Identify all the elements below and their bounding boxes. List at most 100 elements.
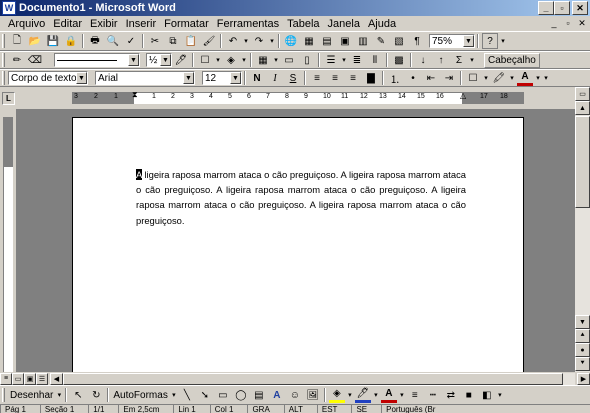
- scroll-up-icon[interactable]: ▲: [575, 101, 590, 115]
- permission-icon[interactable]: 🔒: [63, 33, 79, 49]
- underline-button[interactable]: S: [285, 70, 301, 86]
- document-page[interactable]: A ligeira raposa marrom ataca o cão preg…: [72, 117, 524, 372]
- hyperlink-icon[interactable]: 🌐: [283, 33, 299, 49]
- text-box-icon[interactable]: ▤: [251, 387, 267, 403]
- menu-tabela[interactable]: Tabela: [283, 18, 323, 30]
- show-hide-icon[interactable]: ¶: [409, 33, 425, 49]
- arrow-style-icon[interactable]: ⇄: [443, 387, 459, 403]
- toolbar-grip[interactable]: [2, 71, 5, 85]
- spelling-icon[interactable]: ✓: [123, 33, 139, 49]
- scroll-thumb[interactable]: [575, 116, 590, 208]
- tables-borders-icon[interactable]: ▦: [301, 33, 317, 49]
- chevron-down-icon[interactable]: ▼: [128, 54, 139, 66]
- menu-exibir[interactable]: Exibir: [86, 18, 122, 30]
- horizontal-ruler[interactable]: 3 2 1 1 2 3 4 5 6 7 8 9 10 11 12 13 14 1…: [72, 90, 524, 104]
- draw-menu-button[interactable]: Desenhar: [8, 390, 55, 401]
- format-painter-icon[interactable]: 🖌: [201, 33, 217, 49]
- outside-border-icon[interactable]: ☐: [197, 52, 213, 68]
- help-icon[interactable]: ?: [482, 33, 498, 49]
- insert-excel-icon[interactable]: ▣: [337, 33, 353, 49]
- menu-formatar[interactable]: Formatar: [160, 18, 213, 30]
- document-map-icon[interactable]: ▧: [391, 33, 407, 49]
- next-page-icon[interactable]: ⯆: [575, 357, 590, 371]
- autosum-icon[interactable]: Σ: [451, 52, 467, 68]
- menu-ajuda[interactable]: Ajuda: [364, 18, 400, 30]
- draw-table-pencil-icon[interactable]: ✏: [9, 52, 25, 68]
- copy-icon[interactable]: ⧉: [165, 33, 181, 49]
- distribute-rows-icon[interactable]: ≣: [349, 52, 365, 68]
- insert-picture-icon[interactable]: 🖼: [305, 387, 321, 403]
- columns-icon[interactable]: ▥: [355, 33, 371, 49]
- scroll-down-icon[interactable]: ▼: [575, 315, 590, 329]
- save-icon[interactable]: 💾: [45, 33, 61, 49]
- chevron-down-icon[interactable]: ▼: [183, 72, 194, 84]
- split-cells-icon[interactable]: ▯: [299, 52, 315, 68]
- eraser-icon[interactable]: ⌫: [27, 52, 43, 68]
- style-combo[interactable]: Corpo de texto ▼: [8, 71, 88, 85]
- doc-minimize-icon[interactable]: _: [548, 17, 560, 29]
- vertical-ruler[interactable]: [0, 109, 16, 372]
- insert-table-icon[interactable]: ▤: [319, 33, 335, 49]
- font-color-icon[interactable]: A: [517, 70, 533, 86]
- print-layout-icon[interactable]: ▣: [24, 372, 36, 385]
- browse-object-icon[interactable]: ●: [575, 343, 590, 357]
- menu-editar[interactable]: Editar: [49, 18, 86, 30]
- align-right-icon[interactable]: ≡: [345, 70, 361, 86]
- new-document-icon[interactable]: 🗋: [9, 33, 25, 49]
- zoom-combo[interactable]: 75% ▼: [429, 34, 475, 48]
- align-center-icon[interactable]: ≡: [327, 70, 343, 86]
- 3d-icon[interactable]: ◧: [479, 387, 495, 403]
- right-indent-marker[interactable]: △: [460, 91, 466, 100]
- merge-cells-icon[interactable]: ▭: [281, 52, 297, 68]
- sort-descending-icon[interactable]: ↑: [433, 52, 449, 68]
- highlight-icon[interactable]: 🖍: [491, 70, 507, 86]
- decrease-indent-icon[interactable]: ⇤: [423, 70, 439, 86]
- doc-restore-icon[interactable]: ▫: [562, 17, 574, 29]
- scroll-left-icon[interactable]: ◀: [50, 372, 63, 385]
- hscroll-thumb[interactable]: [63, 372, 563, 385]
- chevron-down-icon[interactable]: ▼: [76, 72, 87, 84]
- justify-icon[interactable]: ▇: [363, 70, 379, 86]
- print-icon[interactable]: 🖶: [87, 33, 103, 49]
- previous-page-icon[interactable]: ⯅: [575, 329, 590, 343]
- chevron-down-icon[interactable]: ▼: [230, 72, 241, 84]
- open-folder-icon[interactable]: 📂: [27, 33, 43, 49]
- select-objects-icon[interactable]: ↖: [70, 387, 86, 403]
- cut-icon[interactable]: ✂: [147, 33, 163, 49]
- wordart-icon[interactable]: A: [269, 387, 285, 403]
- drawing-icon[interactable]: ✎: [373, 33, 389, 49]
- italic-button[interactable]: I: [267, 70, 283, 86]
- close-button[interactable]: ✕: [572, 1, 588, 15]
- clip-art-icon[interactable]: ☺: [287, 387, 303, 403]
- menu-arquivo[interactable]: Arquivo: [4, 18, 49, 30]
- bold-button[interactable]: N: [249, 70, 265, 86]
- normal-view-icon[interactable]: ≡: [0, 372, 12, 385]
- menu-ferramentas[interactable]: Ferramentas: [213, 18, 283, 30]
- document-body[interactable]: A ligeira raposa marrom ataca o cão preg…: [136, 167, 466, 228]
- redo-icon[interactable]: ↷: [251, 33, 267, 49]
- table-autoformat-icon[interactable]: ▩: [391, 52, 407, 68]
- bullets-icon[interactable]: •: [405, 70, 421, 86]
- vertical-scrollbar[interactable]: ▭ ▲ ▼ ⯅ ● ⯆: [575, 87, 590, 372]
- dash-style-icon[interactable]: ┅: [425, 387, 441, 403]
- toolbar-grip[interactable]: [2, 34, 5, 48]
- chevron-down-icon[interactable]: ▼: [160, 54, 171, 66]
- toolbar-grip[interactable]: [2, 388, 5, 402]
- menu-inserir[interactable]: Inserir: [122, 18, 161, 30]
- increase-indent-icon[interactable]: ⇥: [441, 70, 457, 86]
- oval-icon[interactable]: ◯: [233, 387, 249, 403]
- distribute-columns-icon[interactable]: ⦀: [367, 52, 383, 68]
- font-size-combo[interactable]: 12 ▼: [202, 71, 242, 85]
- align-top-icon[interactable]: ☰: [323, 52, 339, 68]
- menu-janela[interactable]: Janela: [324, 18, 364, 30]
- shading-color-icon[interactable]: ◈: [223, 52, 239, 68]
- line-style-icon[interactable]: ≡: [407, 387, 423, 403]
- header-button[interactable]: Cabeçalho: [484, 52, 540, 68]
- document-area[interactable]: A ligeira raposa marrom ataca o cão preg…: [16, 109, 575, 372]
- align-left-icon[interactable]: ≡: [309, 70, 325, 86]
- doc-close-icon[interactable]: ✕: [576, 17, 588, 29]
- insert-table-icon[interactable]: ▦: [255, 52, 271, 68]
- line-icon[interactable]: ╲: [179, 387, 195, 403]
- chevron-down-icon[interactable]: ▼: [463, 35, 474, 47]
- maximize-button[interactable]: ▫: [554, 1, 570, 15]
